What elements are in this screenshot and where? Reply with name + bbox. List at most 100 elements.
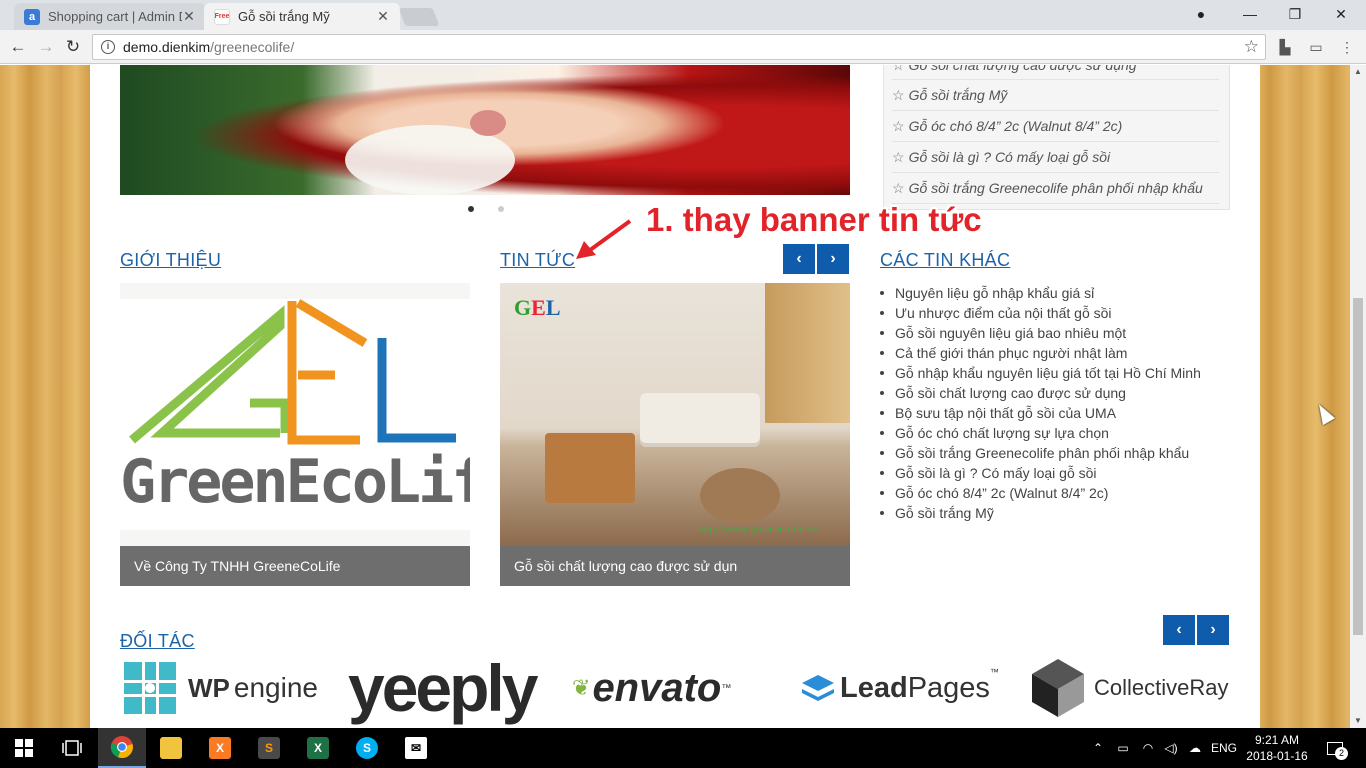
minimize-button[interactable]: — xyxy=(1238,4,1262,24)
page-scrollbar[interactable]: ▲ ▼ xyxy=(1350,65,1366,728)
menu-icon[interactable]: ⋮ xyxy=(1338,38,1356,56)
task-view-icon xyxy=(62,740,82,756)
extension-icon[interactable]: ▙ xyxy=(1276,38,1294,56)
site-favicon-icon: Free xyxy=(214,8,230,25)
partners-prev-button[interactable]: ‹ xyxy=(1163,615,1195,645)
taskbar-excel[interactable]: X xyxy=(294,728,342,768)
recent-post-item[interactable]: ☆ Gỗ sồi trắng Mỹ xyxy=(892,80,1219,111)
image-site-url: http://www.greenecolife.vn xyxy=(698,523,819,535)
list-item[interactable]: Nguyên liệu gỗ nhập khẩu giá sỉ xyxy=(880,283,1201,303)
volume-icon[interactable]: ◁) xyxy=(1160,728,1182,768)
list-item[interactable]: Gỗ óc chó 8/4” 2c (Walnut 8/4” 2c) xyxy=(880,483,1201,503)
wifi-icon[interactable]: ◠ xyxy=(1137,728,1159,768)
tray-overflow-icon[interactable]: ⌃ xyxy=(1088,728,1108,768)
xampp-icon: X xyxy=(209,737,231,759)
partner-logo-yeeply[interactable]: yeeply xyxy=(348,651,538,725)
taskbar-chrome[interactable] xyxy=(98,728,146,768)
list-item[interactable]: Gỗ sồi là gì ? Có mấy loại gỗ sồi xyxy=(880,463,1201,483)
taskbar-file-explorer[interactable] xyxy=(147,728,195,768)
partner-logo-envato[interactable]: ❦ envato ™ xyxy=(572,653,731,723)
close-tab-icon[interactable]: ✕ xyxy=(182,8,196,25)
start-button[interactable] xyxy=(0,728,48,768)
section-title-other-news[interactable]: CÁC TIN KHÁC xyxy=(880,250,1010,271)
scrollbar-thumb[interactable] xyxy=(1353,298,1363,635)
recent-post-label: Gỗ sồi là gì ? Có mấy loại gỗ sồi xyxy=(908,149,1111,165)
recent-post-label: Gỗ sồi chất lượng cao được sử dụng xyxy=(908,65,1137,73)
list-item[interactable]: Gỗ sồi nguyên liệu giá bao nhiêu một xyxy=(880,323,1201,343)
taskbar-skype[interactable]: S xyxy=(343,728,391,768)
recent-post-label: Gỗ sồi trắng Mỹ xyxy=(908,87,1008,103)
news-next-button[interactable]: › xyxy=(817,244,849,274)
tab-title: Shopping cart | Admin D xyxy=(48,9,182,24)
list-item[interactable]: Gỗ óc chó chất lượng sự lựa chọn xyxy=(880,423,1201,443)
onedrive-icon[interactable]: ☁ xyxy=(1184,728,1206,768)
list-item[interactable]: Gỗ nhập khẩu nguyên liệu giá tốt tại Hồ … xyxy=(880,363,1201,383)
news-card[interactable]: GEL http://www.greenecolife.vn Gỗ sồi ch… xyxy=(500,283,850,586)
wpengine-mark-icon xyxy=(124,662,176,714)
leadpages-lead-text: Lead xyxy=(840,671,908,704)
intro-caption[interactable]: Về Công Ty TNHH GreeneCoLife xyxy=(120,546,470,586)
section-title-partners[interactable]: ĐỐI TÁC xyxy=(120,631,195,652)
page-content: ☆ Gỗ sồi chất lượng cao được sử dụng ☆ Gỗ … xyxy=(90,65,1260,728)
browser-tab-go-soi-trang-my[interactable]: Free Gỗ sồi trắng Mỹ ✕ xyxy=(204,3,400,30)
browser-tab-strip: a Shopping cart | Admin D ✕ Free Gỗ sồi … xyxy=(0,0,1366,30)
new-tab-button[interactable] xyxy=(398,8,440,26)
reload-button[interactable]: ↻ xyxy=(63,37,83,57)
bookmark-star-icon[interactable]: ☆ xyxy=(1244,37,1259,57)
taskbar-mail[interactable]: ✉ xyxy=(392,728,440,768)
partners-next-button[interactable]: › xyxy=(1197,615,1229,645)
list-item[interactable]: Gỗ sồi trắng Greenecolife phân phối nhập… xyxy=(880,443,1201,463)
recent-post-item[interactable]: ☆ Gỗ sồi trắng Greenecolife phân phối nhậ… xyxy=(892,173,1219,204)
partner-logo-leadpages[interactable]: Lead Pages ™ xyxy=(800,653,999,723)
folder-icon xyxy=(160,737,182,759)
section-title-intro[interactable]: GIỚI THIỆU xyxy=(120,250,221,271)
collectiveray-text: CollectiveRay xyxy=(1094,675,1229,700)
close-tab-icon[interactable]: ✕ xyxy=(376,8,390,25)
battery-icon[interactable]: ▭ xyxy=(1112,728,1134,768)
forward-button[interactable]: → xyxy=(36,37,56,57)
windows-logo-icon xyxy=(15,739,33,757)
wpengine-wp-text: WP xyxy=(188,672,230,703)
recent-post-item[interactable]: ☆ Gỗ sồi là gì ? Có mấy loại gỗ sồi xyxy=(892,142,1219,173)
maximize-button[interactable]: ❐ xyxy=(1283,4,1307,24)
site-info-icon[interactable]: i xyxy=(101,40,115,54)
cast-icon[interactable]: ▭ xyxy=(1307,38,1325,56)
gel-logo-mark-icon xyxy=(129,299,456,445)
close-window-button[interactable]: ✕ xyxy=(1329,4,1353,24)
mail-icon: ✉ xyxy=(405,737,427,759)
gel-watermark-l: L xyxy=(545,295,561,320)
taskbar-sublime[interactable]: S xyxy=(245,728,293,768)
list-item[interactable]: Gỗ sồi trắng Mỹ xyxy=(880,503,1201,523)
section-title-news[interactable]: TIN TỨC xyxy=(500,250,575,271)
scroll-up-icon[interactable]: ▲ xyxy=(1350,65,1366,79)
scroll-down-icon[interactable]: ▼ xyxy=(1350,714,1366,728)
wpengine-engine-text: engine xyxy=(233,672,318,703)
tab-title: Gỗ sồi trắng Mỹ xyxy=(238,9,330,24)
partner-logo-wpengine[interactable]: WP engine xyxy=(124,653,318,723)
banner-face-decoration xyxy=(470,110,506,136)
intro-card[interactable]: GreenEcoLife Về Công Ty TNHH GreeneCoLif… xyxy=(120,283,470,586)
back-button[interactable]: ← xyxy=(8,37,28,57)
action-center-button[interactable]: 2 xyxy=(1320,728,1350,768)
list-item[interactable]: Cả thế giới thán phục người nhật làm xyxy=(880,343,1201,363)
recent-post-item[interactable]: ☆ Gỗ óc chó 8/4” 2c (Walnut 8/4” 2c) xyxy=(892,111,1219,142)
browser-tab-shopping-cart[interactable]: a Shopping cart | Admin D ✕ xyxy=(14,3,206,30)
profile-icon[interactable]: ● xyxy=(1189,4,1213,24)
news-prev-button[interactable]: ‹ xyxy=(783,244,815,274)
taskbar-xampp[interactable]: X xyxy=(196,728,244,768)
banner-dot-1[interactable] xyxy=(468,206,474,212)
address-bar[interactable]: i demo.dienkim/greenecolife/ ☆ xyxy=(92,34,1266,60)
partner-logo-collectiveray[interactable]: CollectiveRay xyxy=(1030,653,1229,723)
list-item[interactable]: Bộ sưu tập nội thất gỗ sồi của UMA xyxy=(880,403,1201,423)
list-item[interactable]: Ưu nhược điểm của nội thất gỗ sồi xyxy=(880,303,1201,323)
language-indicator[interactable]: ENG xyxy=(1208,728,1240,768)
list-item[interactable]: Gỗ sồi chất lượng cao được sử dụng xyxy=(880,383,1201,403)
clock[interactable]: 9:21 AM 2018-01-16 xyxy=(1242,728,1312,768)
other-news-list: Nguyên liệu gỗ nhập khẩu giá sỉ Ưu nhược… xyxy=(880,283,1201,523)
news-caption[interactable]: Gỗ sồi chất lượng cao được sử dụn xyxy=(500,546,850,586)
recent-post-item[interactable]: ☆ Gỗ sồi chất lượng cao được sử dụng xyxy=(892,65,1219,80)
task-view-button[interactable] xyxy=(48,728,96,768)
banner-dot-2[interactable] xyxy=(498,206,504,212)
collectiveray-cube-icon xyxy=(1032,659,1084,717)
logo-bg-bottom xyxy=(120,530,470,546)
